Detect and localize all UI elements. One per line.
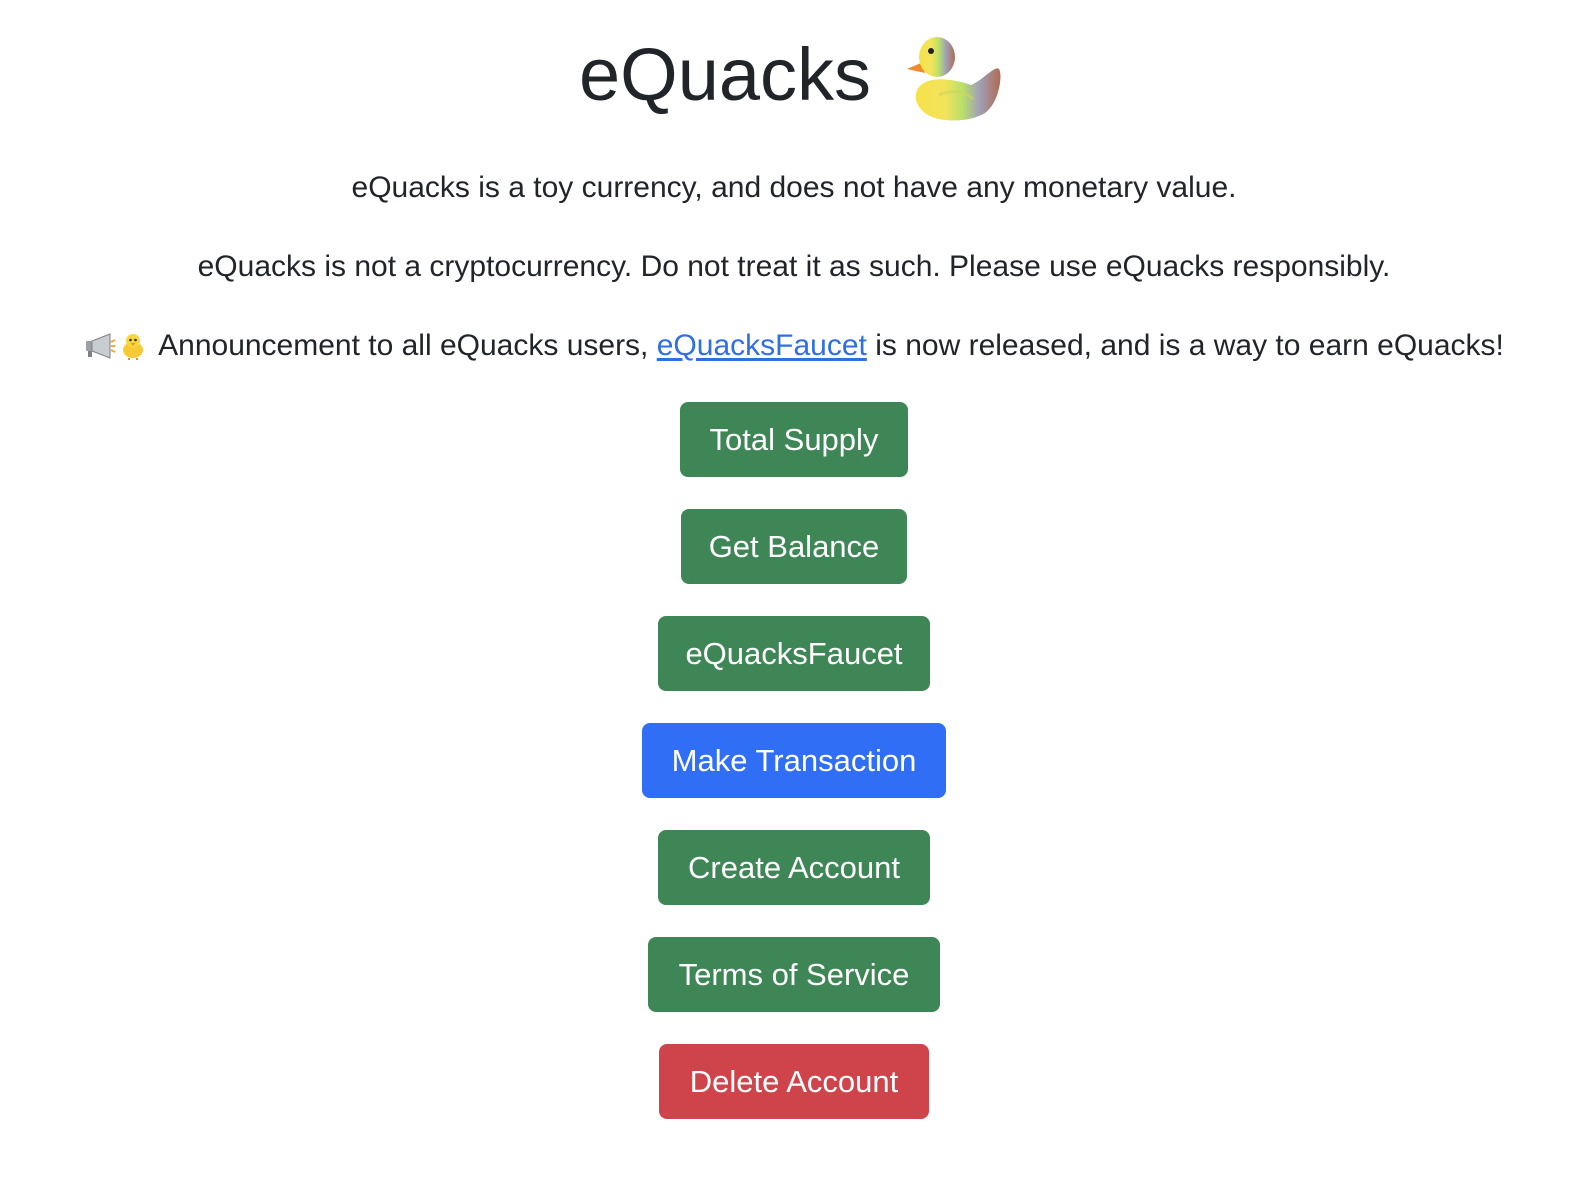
chick-icon — [123, 334, 144, 360]
disclaimer-toy-currency: eQuacks is a toy currency, and does not … — [351, 171, 1237, 204]
terms-of-service-button[interactable]: Terms of Service — [648, 937, 940, 1012]
page: eQuacks eQuacks is a toy currency, and d… — [0, 0, 1588, 1198]
rubber-duck-icon — [907, 37, 1001, 121]
announcement-text-after: is now released, and is a way to earn eQ… — [875, 329, 1504, 362]
header: eQuacks — [579, 20, 1009, 130]
page-title: eQuacks — [578, 33, 872, 116]
delete-account-button[interactable]: Delete Account — [659, 1044, 929, 1119]
announcement-icons — [84, 331, 148, 361]
create-account-button[interactable]: Create Account — [658, 830, 930, 905]
faucet-button[interactable]: eQuacksFaucet — [658, 616, 930, 691]
announcement: Announcement to all eQuacks users, eQuac… — [84, 328, 1504, 364]
announcement-text-before: Announcement to all eQuacks users, — [158, 329, 649, 362]
make-transaction-button[interactable]: Make Transaction — [642, 723, 946, 798]
megaphone-icon — [86, 333, 116, 359]
action-buttons: Total Supply Get Balance eQuacksFaucet M… — [642, 402, 946, 1119]
total-supply-button[interactable]: Total Supply — [680, 402, 908, 477]
faucet-link[interactable]: eQuacksFaucet — [657, 328, 867, 364]
disclaimer-not-crypto: eQuacks is not a cryptocurrency. Do not … — [197, 250, 1391, 283]
get-balance-button[interactable]: Get Balance — [681, 509, 907, 584]
